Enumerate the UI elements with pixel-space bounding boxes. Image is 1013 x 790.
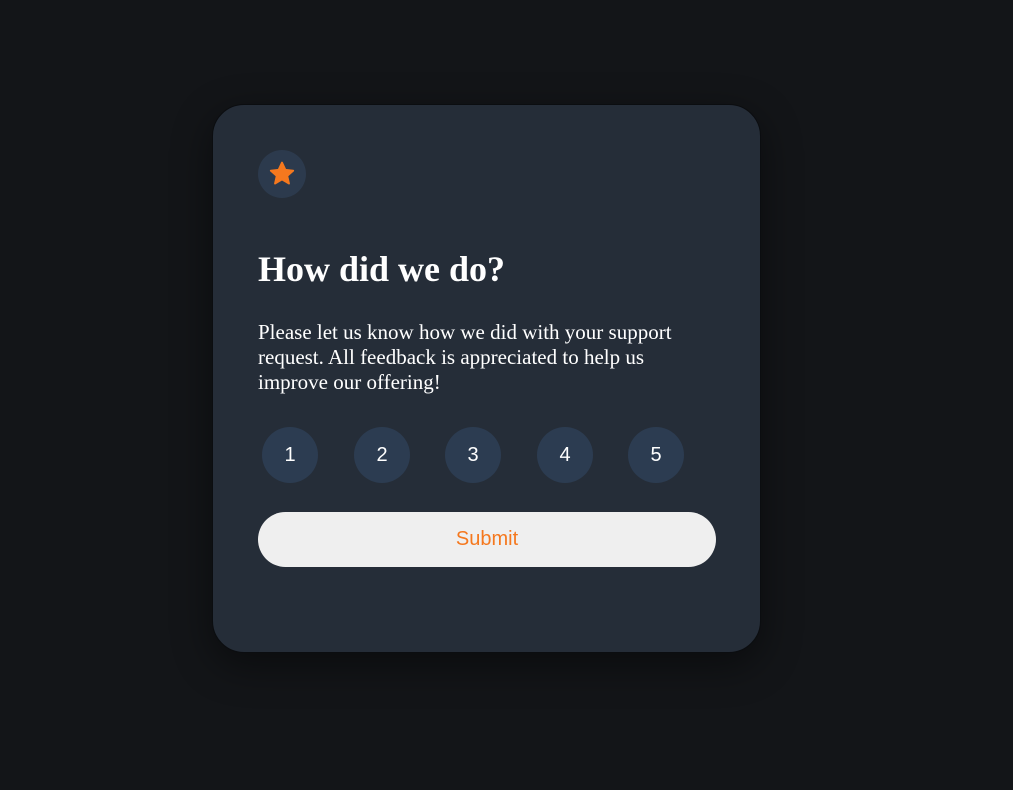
- submit-button[interactable]: Submit: [258, 512, 716, 567]
- rating-button-3[interactable]: 3: [445, 427, 501, 483]
- card-title: How did we do?: [258, 249, 506, 289]
- card-description: Please let us know how we did with your …: [258, 320, 672, 394]
- rating-options: 1 2 3 4 5: [262, 427, 692, 483]
- rating-button-5[interactable]: 5: [628, 427, 684, 483]
- rating-button-4[interactable]: 4: [537, 427, 593, 483]
- star-icon: [269, 161, 295, 185]
- rating-button-1[interactable]: 1: [262, 427, 318, 483]
- star-badge: [258, 150, 306, 198]
- rating-card: How did we do? Please let us know how we…: [212, 104, 761, 653]
- rating-button-2[interactable]: 2: [354, 427, 410, 483]
